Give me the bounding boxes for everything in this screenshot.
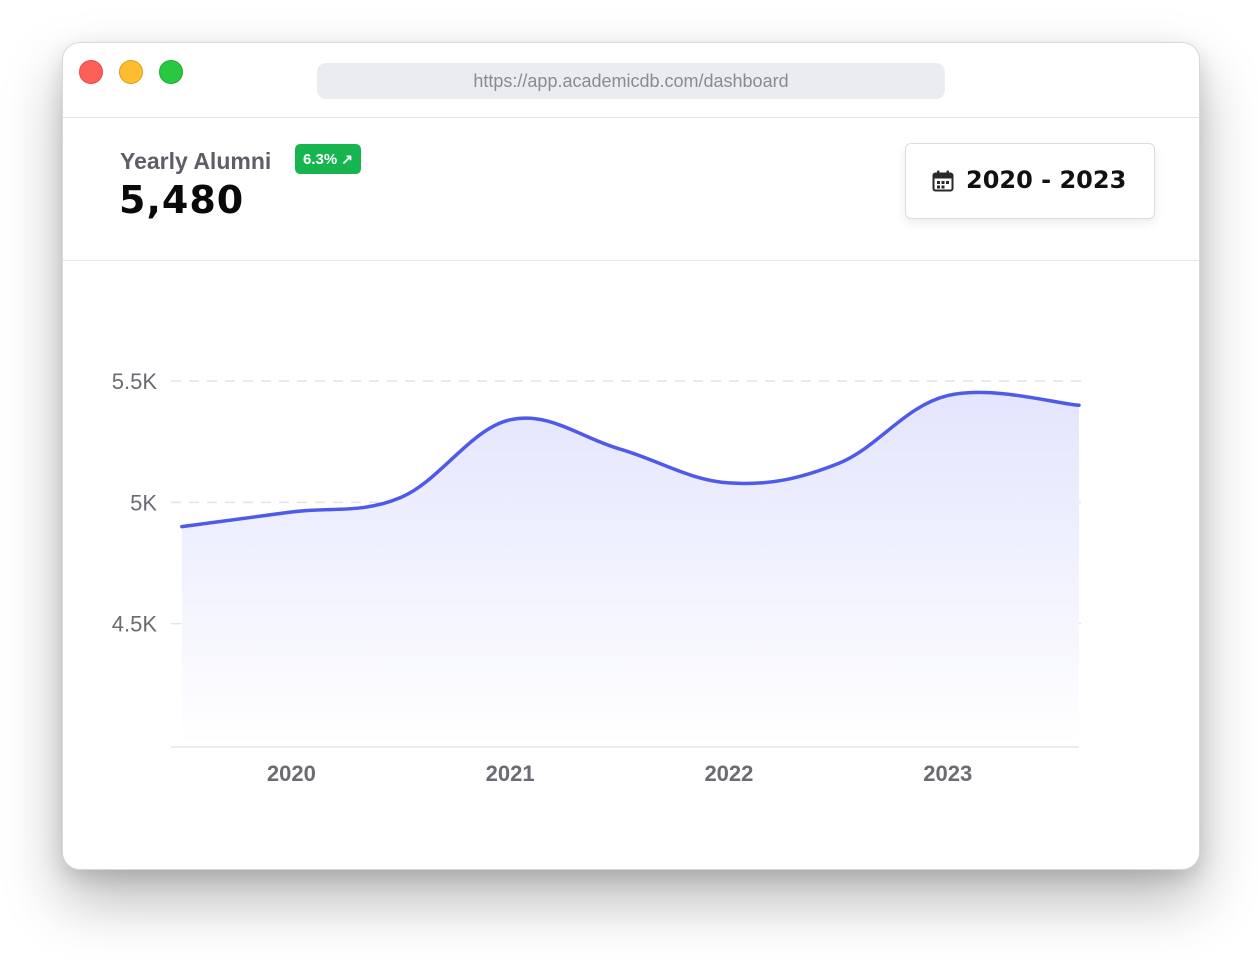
area-fill	[181, 392, 1079, 745]
x-tick-label-2021: 2021	[486, 761, 535, 786]
alumni-chart: 5.5K 5K 4.5K 2020 2021 2022 2023	[63, 261, 1199, 869]
data-point-5[interactable]	[723, 477, 735, 489]
data-point-1[interactable]	[285, 506, 297, 518]
y-tick-label-0: 5.5K	[112, 369, 158, 394]
growth-badge-label: 6.3%	[303, 151, 338, 168]
y-tick-label-2: 4.5K	[112, 612, 158, 637]
calendar-icon	[932, 170, 954, 192]
data-point-0[interactable]	[176, 521, 188, 533]
x-tick-label-2022: 2022	[704, 761, 753, 786]
data-point-4[interactable]	[614, 443, 626, 455]
y-tick-label-1: 5K	[130, 490, 157, 515]
close-window-button[interactable]	[79, 60, 103, 84]
title-bar: https://app.academicdb.com/dashboard	[63, 43, 1199, 118]
date-range-button[interactable]: 2020 - 2023	[905, 143, 1155, 219]
metric-value: 5,480	[119, 178, 245, 222]
metric-title: Yearly Alumni	[120, 148, 272, 174]
data-point-3[interactable]	[504, 414, 516, 426]
x-tick-label-2020: 2020	[267, 761, 316, 786]
metric-header: Yearly Alumni 6.3% ↗ 5,480 2020 - 2023	[63, 118, 1199, 261]
minimize-window-button[interactable]	[119, 60, 143, 84]
browser-window: https://app.academicdb.com/dashboard Yea…	[62, 42, 1200, 870]
maximize-window-button[interactable]	[159, 60, 183, 84]
data-point-8[interactable]	[1073, 399, 1085, 411]
x-tick-label-2023: 2023	[923, 761, 972, 786]
data-point-6[interactable]	[832, 458, 844, 470]
growth-badge: 6.3% ↗	[295, 144, 361, 174]
date-range-label: 2020 - 2023	[966, 166, 1127, 194]
arrow-up-right-icon: ↗	[341, 151, 353, 167]
url-bar[interactable]: https://app.academicdb.com/dashboard	[317, 63, 945, 99]
data-point-7[interactable]	[942, 390, 954, 402]
alumni-area-chart: 5.5K 5K 4.5K 2020 2021 2022 2023	[112, 369, 1085, 786]
data-point-2[interactable]	[395, 491, 407, 503]
